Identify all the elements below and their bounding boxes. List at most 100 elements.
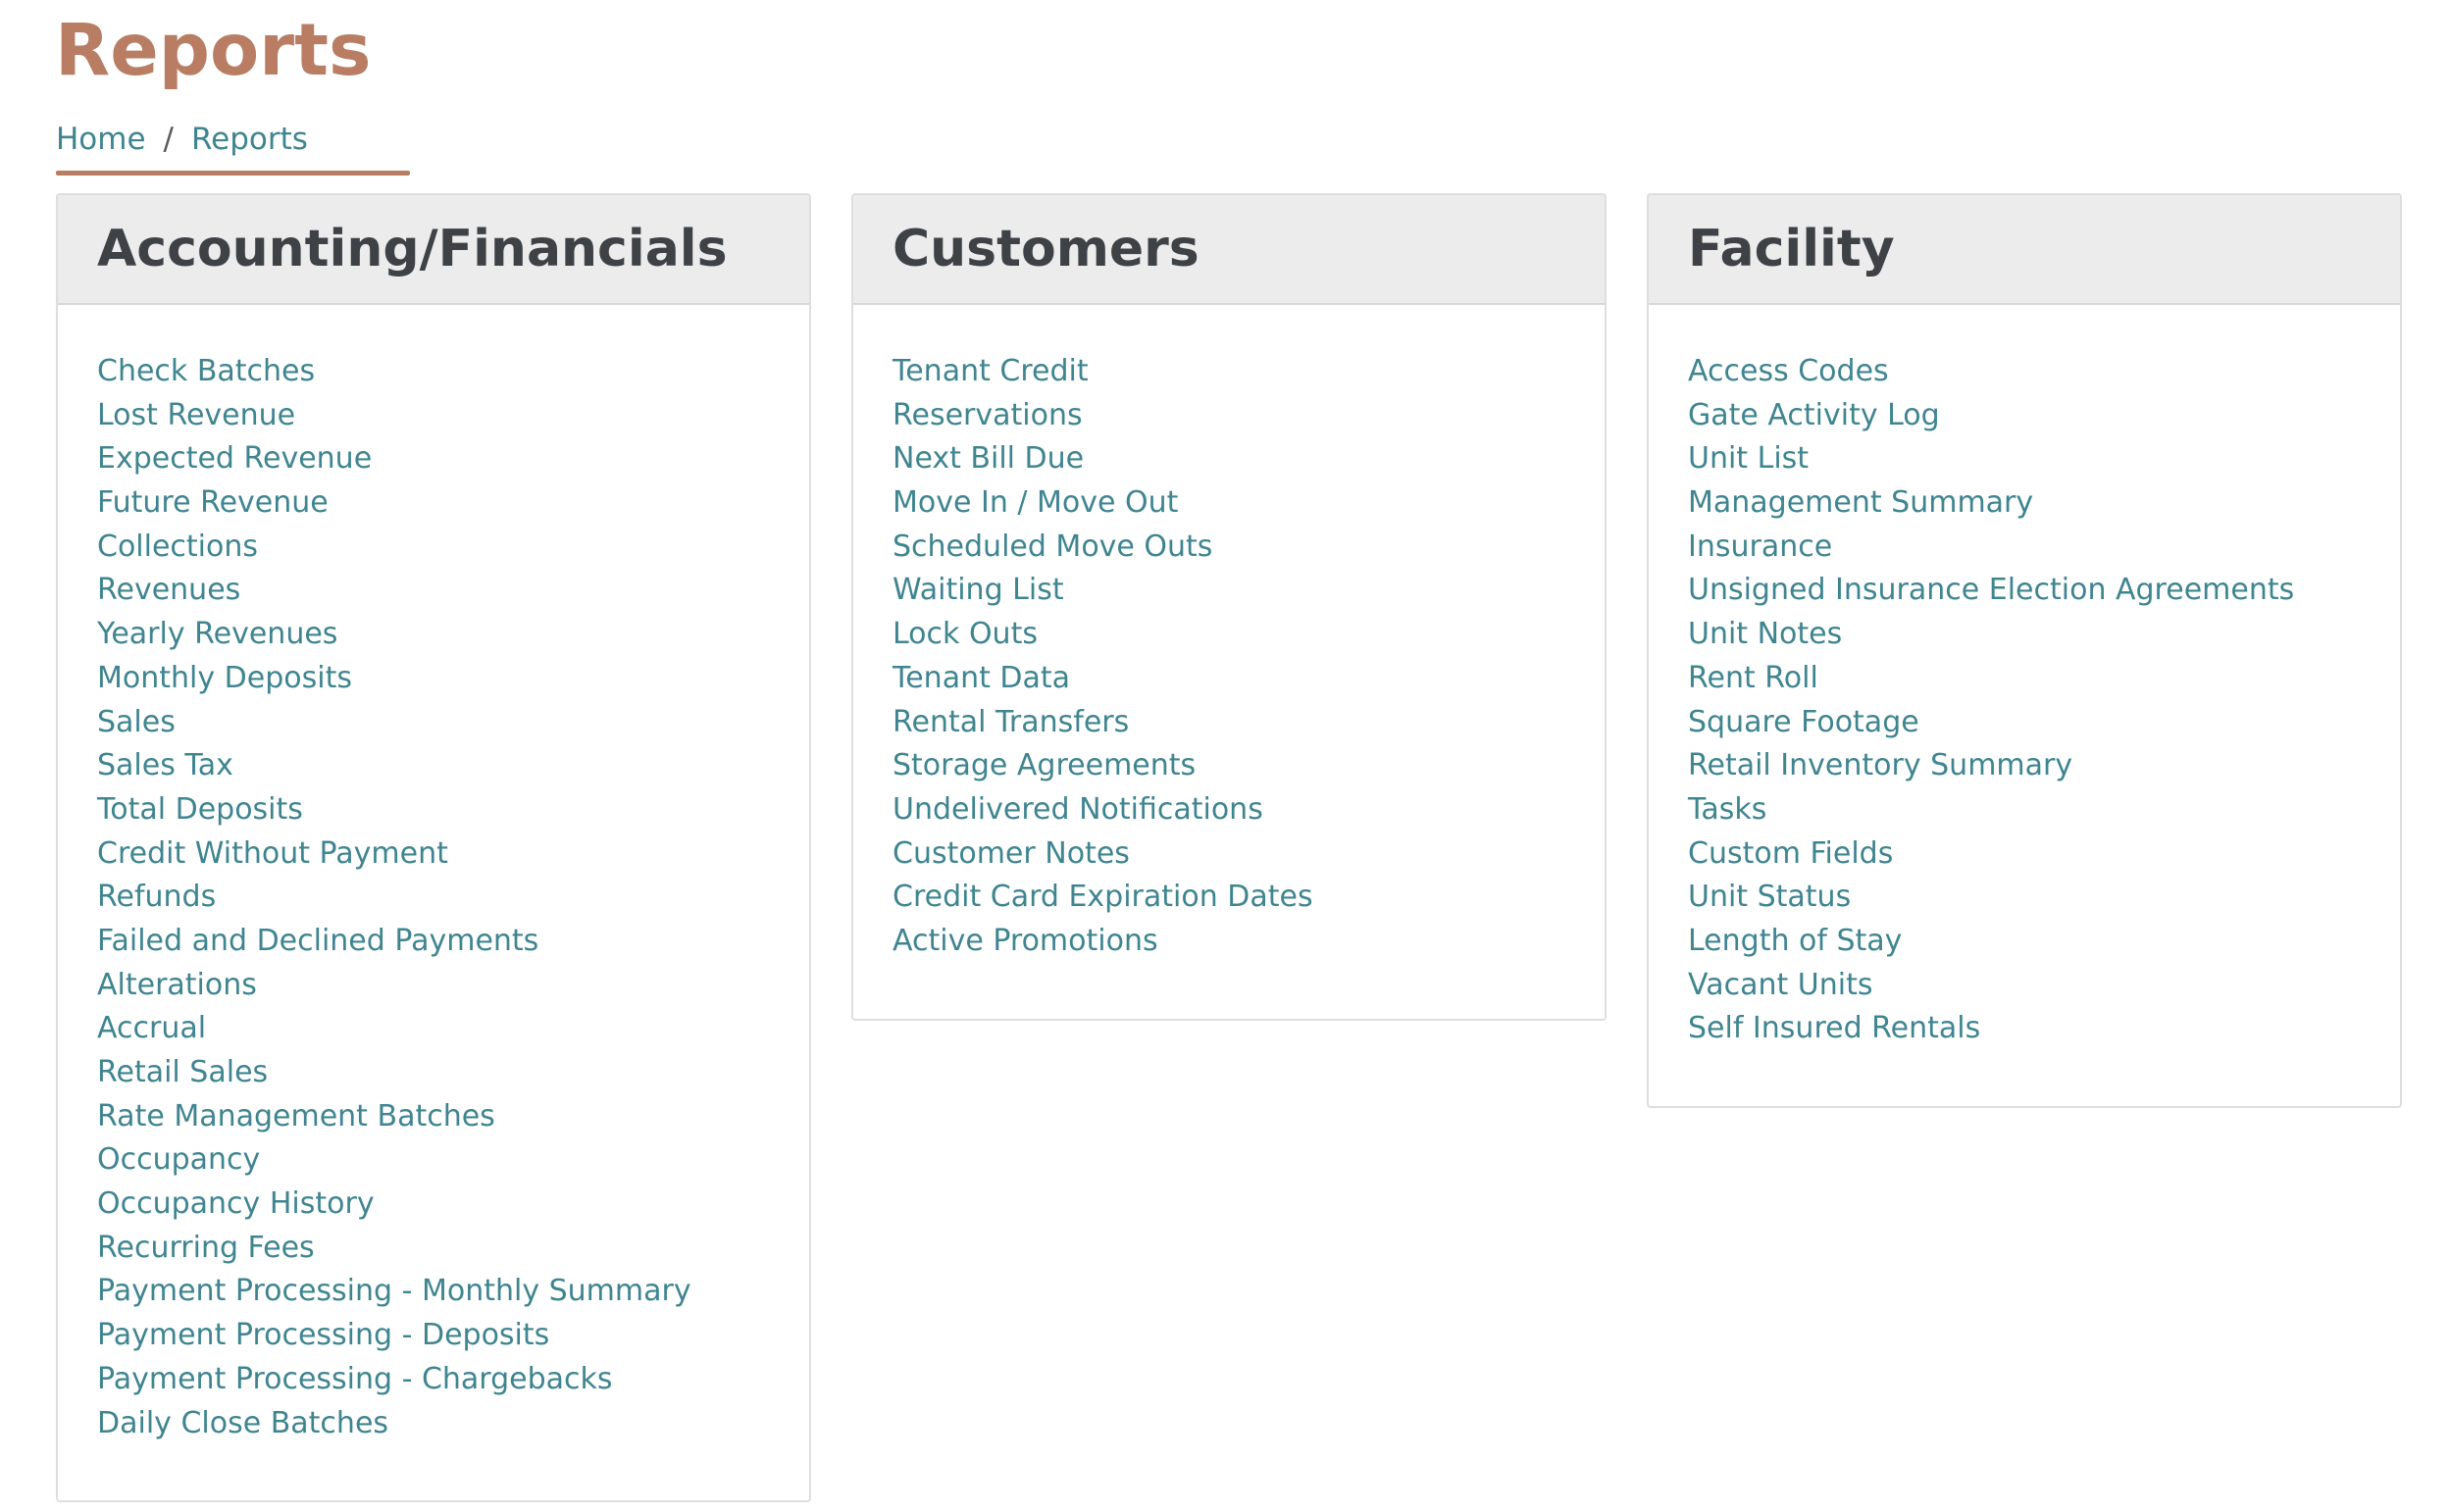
report-link[interactable]: Customer Notes xyxy=(893,836,1130,871)
report-list: Tenant Credit Reservations Next Bill Due Mo… xyxy=(893,350,1565,964)
report-link[interactable]: Payment Processing - Deposits xyxy=(97,1318,549,1352)
report-link[interactable]: Occupancy History xyxy=(97,1186,375,1221)
list-item: Lost Revenue xyxy=(97,394,770,438)
report-link[interactable]: Tenant Data xyxy=(893,661,1070,695)
breadcrumb-separator: / xyxy=(163,122,174,157)
report-link[interactable]: Vacant Units xyxy=(1688,968,1872,1002)
list-item: Tenant Data xyxy=(893,657,1565,701)
report-link[interactable]: Next Bill Due xyxy=(893,441,1084,476)
list-item: Vacant Units xyxy=(1688,964,2361,1008)
list-item: Occupancy History xyxy=(97,1183,770,1227)
list-item: Total Deposits xyxy=(97,788,770,832)
report-link[interactable]: Waiting List xyxy=(893,573,1064,607)
panel-header: Customers xyxy=(853,195,1605,305)
report-link[interactable]: Unit List xyxy=(1688,441,1809,476)
list-item: Access Codes xyxy=(1688,350,2361,394)
list-item: Retail Sales xyxy=(97,1051,770,1095)
report-link[interactable]: Payment Processing - Monthly Summary xyxy=(97,1274,691,1308)
report-link[interactable]: Check Batches xyxy=(97,354,315,388)
list-item: Tenant Credit xyxy=(893,350,1565,394)
list-item: Monthly Deposits xyxy=(97,657,770,701)
list-item: Length of Stay xyxy=(1688,920,2361,964)
report-link[interactable]: Daily Close Batches xyxy=(97,1406,388,1440)
report-link[interactable]: Self Insured Rentals xyxy=(1688,1011,1980,1045)
report-link[interactable]: Access Codes xyxy=(1688,354,1889,388)
report-link[interactable]: Retail Sales xyxy=(97,1055,268,1089)
list-item: Alterations xyxy=(97,964,770,1008)
list-item: Payment Processing - Monthly Summary xyxy=(97,1270,770,1314)
list-item: Waiting List xyxy=(893,569,1565,613)
list-item: Self Insured Rentals xyxy=(1688,1007,2361,1051)
report-link[interactable]: Future Revenue xyxy=(97,485,329,520)
report-columns: Accounting/Financials Check Batches Lost … xyxy=(56,193,2403,1503)
report-link[interactable]: Unsigned Insurance Election Agreements xyxy=(1688,573,2294,607)
report-link[interactable]: Reservations xyxy=(893,398,1083,432)
report-link[interactable]: Total Deposits xyxy=(97,792,303,827)
panel-customers: Customers Tenant Credit Reservations Next … xyxy=(851,193,1607,1021)
panel-facility: Facility Access Codes Gate Activity Log Un… xyxy=(1647,193,2402,1108)
report-link[interactable]: Credit Without Payment xyxy=(97,836,448,871)
breadcrumb: Home / Reports xyxy=(56,116,308,163)
report-link[interactable]: Unit Status xyxy=(1688,880,1851,914)
report-link[interactable]: Management Summary xyxy=(1688,485,2033,520)
report-link[interactable]: Lock Outs xyxy=(893,617,1038,651)
report-link[interactable]: Rental Transfers xyxy=(893,705,1129,739)
report-link[interactable]: Monthly Deposits xyxy=(97,661,352,695)
panel-accounting-financials: Accounting/Financials Check Batches Lost … xyxy=(56,193,811,1503)
report-link[interactable]: Collections xyxy=(97,529,258,564)
report-link[interactable]: Move In / Move Out xyxy=(893,485,1178,520)
report-list: Check Batches Lost Revenue Expected Revenu… xyxy=(97,350,770,1445)
report-link[interactable]: Failed and Declined Payments xyxy=(97,924,538,958)
report-link[interactable]: Accrual xyxy=(97,1011,206,1045)
list-item: Scheduled Move Outs xyxy=(893,526,1565,570)
breadcrumb-current-link[interactable]: Reports xyxy=(191,122,308,157)
report-link[interactable]: Alterations xyxy=(97,968,257,1002)
report-link[interactable]: Tasks xyxy=(1688,792,1766,827)
report-link[interactable]: Square Footage xyxy=(1688,705,1919,739)
report-link[interactable]: Tenant Credit xyxy=(893,354,1089,388)
report-link[interactable]: Lost Revenue xyxy=(97,398,295,432)
list-item: Rate Management Batches xyxy=(97,1095,770,1139)
report-link[interactable]: Unit Notes xyxy=(1688,617,1842,651)
report-link[interactable]: Expected Revenue xyxy=(97,441,372,476)
report-link[interactable]: Gate Activity Log xyxy=(1688,398,1940,432)
panel-body: Check Batches Lost Revenue Expected Revenu… xyxy=(58,305,809,1500)
report-link[interactable]: Sales Tax xyxy=(97,748,233,782)
list-item: Check Batches xyxy=(97,350,770,394)
report-link[interactable]: Rent Roll xyxy=(1688,661,1818,695)
list-item: Lock Outs xyxy=(893,613,1565,657)
list-item: Future Revenue xyxy=(97,481,770,526)
page-title: Reports xyxy=(55,9,372,92)
list-item: Revenues xyxy=(97,569,770,613)
report-link[interactable]: Retail Inventory Summary xyxy=(1688,748,2072,782)
report-link[interactable]: Revenues xyxy=(97,573,240,607)
report-link[interactable]: Occupancy xyxy=(97,1142,260,1177)
list-item: Insurance xyxy=(1688,526,2361,570)
report-link[interactable]: Refunds xyxy=(97,880,216,914)
report-link[interactable]: Rate Management Batches xyxy=(97,1099,495,1134)
report-link[interactable]: Credit Card Expiration Dates xyxy=(893,880,1313,914)
report-list: Access Codes Gate Activity Log Unit List Ma… xyxy=(1688,350,2361,1051)
list-item: Reservations xyxy=(893,394,1565,438)
list-item: Move In / Move Out xyxy=(893,481,1565,526)
report-link[interactable]: Length of Stay xyxy=(1688,924,1902,958)
list-item: Payment Processing - Deposits xyxy=(97,1314,770,1358)
list-item: Undelivered Notifications xyxy=(893,788,1565,832)
list-item: Storage Agreements xyxy=(893,744,1565,788)
list-item: Collections xyxy=(97,526,770,570)
list-item: Occupancy xyxy=(97,1138,770,1183)
list-item: Unsigned Insurance Election Agreements xyxy=(1688,569,2361,613)
list-item: Sales Tax xyxy=(97,744,770,788)
list-item: Rental Transfers xyxy=(893,701,1565,745)
report-link[interactable]: Payment Processing - Chargebacks xyxy=(97,1362,613,1396)
report-link[interactable]: Storage Agreements xyxy=(893,748,1196,782)
report-link[interactable]: Recurring Fees xyxy=(97,1231,315,1265)
breadcrumb-home-link[interactable]: Home xyxy=(56,122,146,157)
report-link[interactable]: Undelivered Notifications xyxy=(893,792,1263,827)
report-link[interactable]: Insurance xyxy=(1688,529,1832,564)
report-link[interactable]: Custom Fields xyxy=(1688,836,1893,871)
report-link[interactable]: Active Promotions xyxy=(893,924,1158,958)
report-link[interactable]: Sales xyxy=(97,705,176,739)
report-link[interactable]: Scheduled Move Outs xyxy=(893,529,1212,564)
report-link[interactable]: Yearly Revenues xyxy=(97,617,337,651)
